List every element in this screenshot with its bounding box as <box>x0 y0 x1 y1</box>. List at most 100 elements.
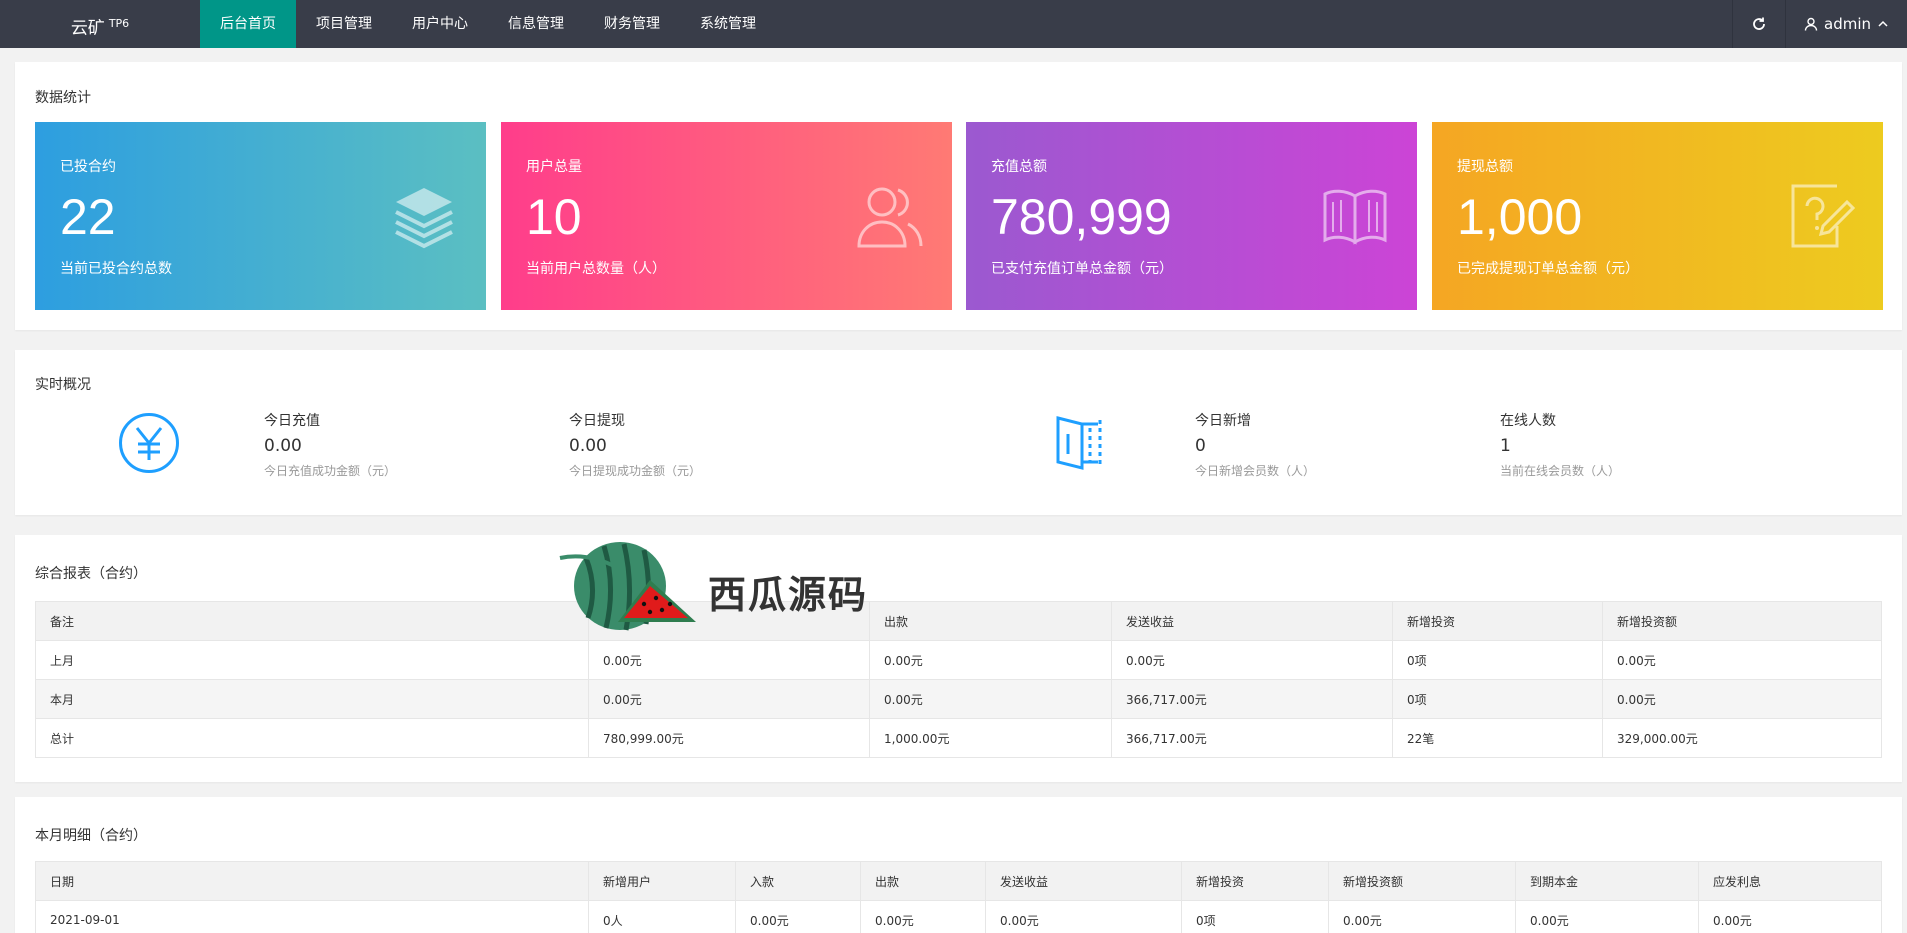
stats-card: 数据统计 已投合约 22 当前已投合约总数 用户总量 10 当前用户总数量（人）… <box>15 62 1902 330</box>
table-cell: 0.00元 <box>1602 679 1882 719</box>
table-header: 新增投资额 <box>1328 861 1516 901</box>
table-cell: 2021-09-01 <box>35 900 589 933</box>
stat-value: 22 <box>60 189 116 245</box>
table-cell: 780,999.00元 <box>588 718 870 758</box>
report-table: 备注 入款 出款 发送收益 新增投资 新增投资额 上月 0.00元 0.00元 … <box>35 601 1882 758</box>
users-icon <box>857 187 923 248</box>
monthly-table: 日期 新增用户 入款 出款 发送收益 新增投资 新增投资额 到期本金 应发利息 … <box>35 861 1882 933</box>
report-title: 综合报表（合约） <box>35 566 147 582</box>
table-cell: 329,000.00元 <box>1602 718 1882 758</box>
rt-today-withdraw: 今日提现 0.00 今日提现成功金额（元） <box>569 410 701 479</box>
table-cell: 0.00元 <box>735 900 861 933</box>
stat-sub: 当前用户总数量（人） <box>526 261 666 277</box>
rt-today-recharge: 今日充值 0.00 今日充值成功金额（元） <box>264 410 396 479</box>
report-card: 综合报表（合约） 备注 入款 出款 发送收益 新增投资 新增投资额 上月 0.0… <box>15 535 1902 782</box>
realtime-title: 实时概况 <box>35 377 91 393</box>
table-cell: 0.00元 <box>860 900 986 933</box>
table-cell: 本月 <box>35 679 589 719</box>
table-cell: 0.00元 <box>588 679 870 719</box>
table-row: 上月 0.00元 0.00元 0.00元 0项 0.00元 <box>35 640 1882 680</box>
rt-label: 今日提现 <box>569 413 625 429</box>
stat-label: 提现总额 <box>1457 159 1513 175</box>
nav-system[interactable]: 系统管理 <box>680 0 776 48</box>
main-nav: 后台首页 项目管理 用户中心 信息管理 财务管理 系统管理 <box>200 0 776 48</box>
chevron-up-icon <box>1878 20 1888 27</box>
nav-users[interactable]: 用户中心 <box>392 0 488 48</box>
nav-finance[interactable]: 财务管理 <box>584 0 680 48</box>
rt-today-new: 今日新增 0 今日新增会员数（人） <box>1195 410 1315 479</box>
table-cell: 0.00元 <box>869 679 1112 719</box>
table-cell: 0项 <box>1181 900 1329 933</box>
table-cell: 366,717.00元 <box>1111 718 1393 758</box>
top-navbar: 云矿 TP6 后台首页 项目管理 用户中心 信息管理 财务管理 系统管理 admi… <box>0 0 1907 48</box>
table-cell: 0.00元 <box>869 640 1112 680</box>
stat-users: 用户总量 10 当前用户总数量（人） <box>501 122 952 310</box>
rt-online: 在线人数 1 当前在线会员数（人） <box>1500 410 1620 479</box>
rt-label: 在线人数 <box>1500 413 1556 429</box>
monthly-title: 本月明细（合约） <box>35 828 147 844</box>
table-header: 新增用户 <box>588 861 736 901</box>
table-header: 新增投资 <box>1181 861 1329 901</box>
rt-desc: 今日提现成功金额（元） <box>569 464 702 478</box>
table-cell: 上月 <box>35 640 589 680</box>
refresh-button[interactable] <box>1732 0 1785 48</box>
stat-label: 用户总量 <box>526 159 582 175</box>
logo-text: 云矿 <box>70 18 105 39</box>
table-header: 出款 <box>860 861 986 901</box>
table-cell: 0项 <box>1392 679 1603 719</box>
stat-withdraw: 提现总额 1,000 已完成提现订单总金额（元） <box>1432 122 1883 310</box>
user-menu[interactable]: admin <box>1785 0 1907 48</box>
stat-sub: 已完成提现订单总金额（元） <box>1457 261 1639 277</box>
monthly-card: 本月明细（合约） 日期 新增用户 入款 出款 发送收益 新增投资 新增投资额 到… <box>15 797 1902 933</box>
table-header: 应发利息 <box>1698 861 1882 901</box>
layers-icon <box>395 188 453 249</box>
table-row: 总计 780,999.00元 1,000.00元 366,717.00元 22笔… <box>35 718 1882 758</box>
table-cell: 0人 <box>588 900 736 933</box>
stat-label: 充值总额 <box>991 159 1047 175</box>
table-header: 备注 <box>35 601 589 641</box>
table-header: 入款 <box>735 861 861 901</box>
watermelon-logo <box>559 542 696 631</box>
table-header: 新增投资 <box>1392 601 1603 641</box>
table-cell: 总计 <box>35 718 589 758</box>
stat-value: 10 <box>526 189 582 245</box>
table-header-row: 备注 入款 出款 发送收益 新增投资 新增投资额 <box>35 601 1882 641</box>
table-cell: 0.00元 <box>1111 640 1393 680</box>
table-cell: 0.00元 <box>1602 640 1882 680</box>
table-cell: 0.00元 <box>1328 900 1516 933</box>
rt-desc: 今日充值成功金额（元） <box>264 464 397 478</box>
table-header: 新增投资额 <box>1602 601 1882 641</box>
nav-home[interactable]: 后台首页 <box>200 0 296 48</box>
door-icon <box>1056 416 1102 470</box>
stats-title: 数据统计 <box>35 90 91 106</box>
table-cell: 0.00元 <box>985 900 1182 933</box>
rt-value: 0.00 <box>569 436 607 456</box>
table-header: 到期本金 <box>1515 861 1699 901</box>
table-row: 2021-09-01 0人 0.00元 0.00元 0.00元 0项 0.00元… <box>35 900 1882 933</box>
rt-label: 今日新增 <box>1195 413 1251 429</box>
nav-projects[interactable]: 项目管理 <box>296 0 392 48</box>
app-logo[interactable]: 云矿 TP6 <box>0 0 200 48</box>
header-tools: admin <box>1732 0 1907 48</box>
table-header: 日期 <box>35 861 589 901</box>
stat-recharge: 充值总额 780,999 已支付充值订单总金额（元） <box>966 122 1417 310</box>
table-cell: 22笔 <box>1392 718 1603 758</box>
username: admin <box>1824 15 1871 33</box>
realtime-card: 实时概况 今日充值 0.00 今日充值成功金额（元） 今日提现 0.00 今日提… <box>15 350 1902 515</box>
rt-desc: 今日新增会员数（人） <box>1195 464 1316 478</box>
table-cell: 0.00元 <box>588 640 870 680</box>
table-cell: 0.00元 <box>1698 900 1882 933</box>
logo-version: TP6 <box>108 17 130 30</box>
stat-sub: 当前已投合约总数 <box>60 261 172 277</box>
stat-sub: 已支付充值订单总金额（元） <box>991 261 1173 277</box>
user-icon <box>1804 17 1818 31</box>
watermark-text: 西瓜源码 <box>708 573 869 617</box>
nav-info[interactable]: 信息管理 <box>488 0 584 48</box>
table-cell: 0项 <box>1392 640 1603 680</box>
yuan-icon <box>119 413 179 473</box>
rt-value: 1 <box>1500 436 1511 456</box>
rt-value: 0 <box>1195 436 1206 456</box>
table-header: 发送收益 <box>985 861 1182 901</box>
rt-label: 今日充值 <box>264 413 320 429</box>
table-cell: 1,000.00元 <box>869 718 1112 758</box>
